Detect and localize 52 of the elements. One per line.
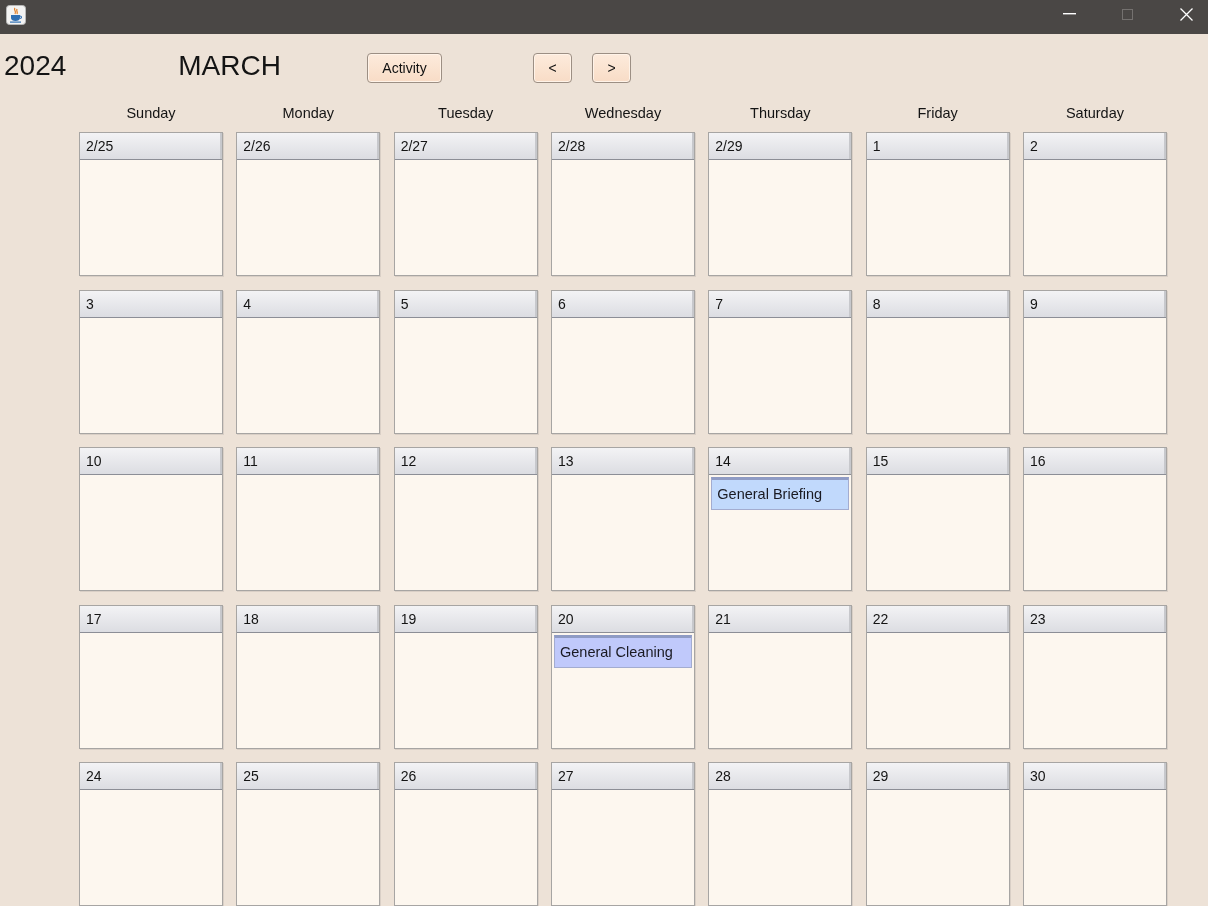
date-header: 11 bbox=[237, 448, 380, 475]
date-header: 7 bbox=[709, 290, 852, 318]
date-header: 16 bbox=[1023, 448, 1166, 475]
date-header: 15 bbox=[866, 448, 1009, 475]
weekday-label: Thursday bbox=[750, 104, 811, 122]
date-header: 23 bbox=[1023, 605, 1166, 633]
date-header: 13 bbox=[552, 448, 694, 475]
year-label: 2024 bbox=[4, 50, 67, 82]
date-header: 2/29 bbox=[709, 133, 852, 160]
date-header: 10 bbox=[80, 448, 222, 475]
date-header: 2/26 bbox=[237, 133, 380, 160]
weekday-label: Monday bbox=[282, 104, 335, 122]
activity-button[interactable]: Activity bbox=[366, 53, 442, 83]
date-header: 27 bbox=[552, 763, 694, 790]
date-header: 17 bbox=[80, 605, 222, 633]
date-header: 4 bbox=[237, 290, 380, 318]
weekday-label: Tuesday bbox=[438, 104, 494, 122]
date-header: 26 bbox=[394, 763, 537, 790]
weekday-label: Wednesday bbox=[584, 104, 662, 122]
weekday-label: Sunday bbox=[126, 104, 176, 122]
event-item[interactable]: General Cleaning bbox=[554, 634, 692, 668]
date-header: 30 bbox=[1023, 763, 1166, 790]
minimize-icon[interactable] bbox=[1063, 13, 1076, 15]
date-header: 2/28 bbox=[552, 133, 694, 160]
date-header: 25 bbox=[237, 763, 380, 790]
event-item[interactable]: General Briefing bbox=[711, 477, 850, 510]
date-header: 1 bbox=[866, 133, 1009, 160]
date-header: 2/27 bbox=[394, 133, 537, 160]
date-header: 3 bbox=[80, 290, 222, 318]
weekday-label: Saturday bbox=[1065, 104, 1124, 122]
date-header: 6 bbox=[552, 290, 694, 318]
date-header: 2/25 bbox=[80, 133, 222, 160]
date-header: 28 bbox=[709, 763, 852, 790]
date-header: 12 bbox=[394, 448, 537, 475]
date-header: 29 bbox=[866, 763, 1009, 790]
date-header: 8 bbox=[866, 290, 1009, 318]
date-header: 19 bbox=[394, 605, 537, 633]
date-header: 2 bbox=[1023, 133, 1166, 160]
date-header: 21 bbox=[709, 605, 852, 633]
date-header: 22 bbox=[866, 605, 1009, 633]
month-label: MARCH bbox=[178, 50, 281, 82]
close-icon[interactable] bbox=[1180, 7, 1193, 21]
date-header: 5 bbox=[394, 290, 537, 318]
date-header: 24 bbox=[80, 763, 222, 790]
weekday-label: Friday bbox=[917, 104, 958, 122]
next-button[interactable]: > bbox=[591, 53, 631, 83]
date-header: 9 bbox=[1023, 290, 1166, 318]
date-header: 20 bbox=[552, 605, 694, 633]
date-header: 18 bbox=[237, 605, 380, 633]
date-header: 14 bbox=[709, 448, 852, 475]
previous-button[interactable]: < bbox=[532, 53, 572, 83]
coffee-cup-icon bbox=[6, 4, 26, 25]
